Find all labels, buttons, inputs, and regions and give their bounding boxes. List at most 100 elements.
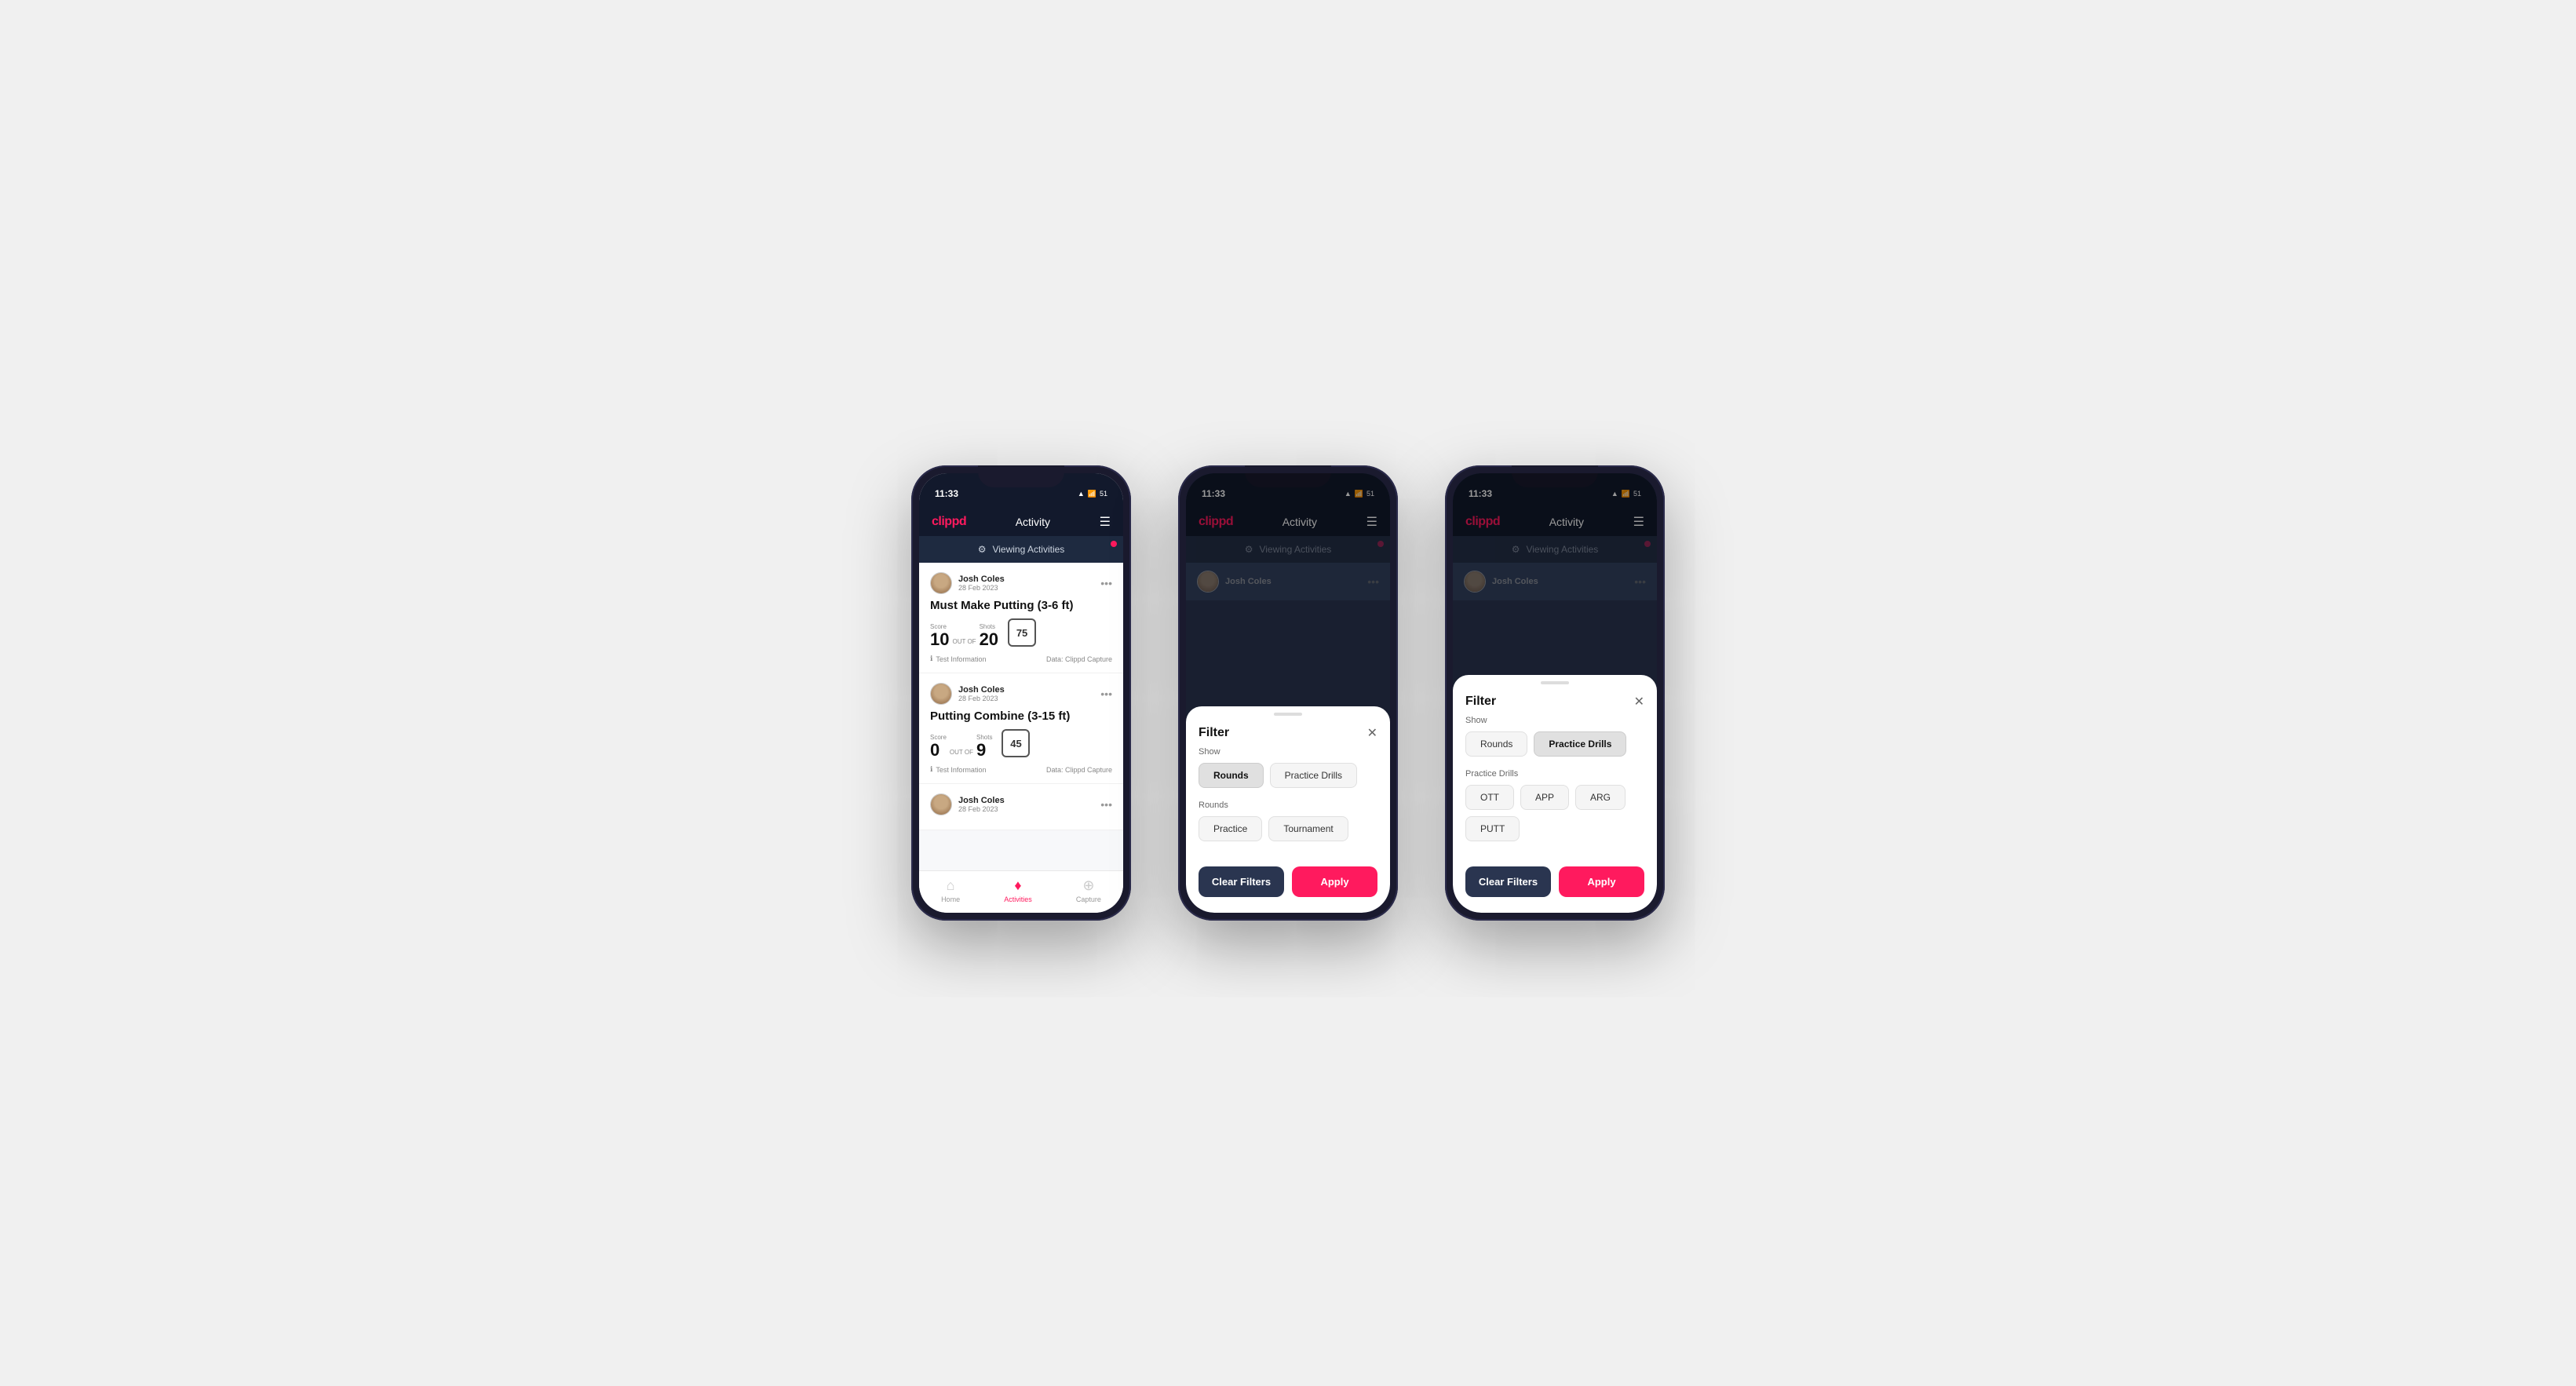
avatar-img-1	[931, 573, 951, 593]
clear-filters-btn-3[interactable]: Clear Filters	[1465, 866, 1551, 897]
apply-btn-2[interactable]: Apply	[1292, 866, 1377, 897]
red-dot-1	[1111, 541, 1117, 547]
home-label: Home	[941, 895, 960, 903]
filter-overlay-2: Filter ✕ Show Rounds Practice Drills Rou…	[1186, 473, 1390, 913]
shot-quality-value-1: 75	[1016, 627, 1027, 639]
wifi-icon: 📶	[1088, 490, 1096, 498]
avatar-2	[930, 683, 952, 705]
filter-actions-3: Clear Filters Apply	[1453, 854, 1657, 897]
more-dots-1[interactable]: •••	[1100, 577, 1112, 589]
drill-options-3: OTT APP ARG PUTT	[1465, 785, 1644, 841]
close-btn-3[interactable]: ✕	[1634, 694, 1644, 709]
practice-round-btn-2[interactable]: Practice	[1199, 816, 1262, 841]
avatar-img-2	[931, 684, 951, 704]
nav-activities[interactable]: ♦ Activities	[1004, 877, 1032, 903]
shots-group-1: Shots 20	[980, 623, 998, 648]
app-header-1: clippd Activity ☰	[919, 508, 1123, 536]
more-dots-3[interactable]: •••	[1100, 798, 1112, 811]
phone-3: 11:33 ▲ 📶 51 clippd Activity ☰ ⚙ Viewing…	[1445, 465, 1665, 921]
score-value-2: 0	[930, 742, 947, 759]
close-btn-2[interactable]: ✕	[1367, 725, 1377, 741]
capture-label: Capture	[1076, 895, 1101, 903]
score-group-1: Score 10	[930, 623, 949, 648]
filter-icon-1: ⚙	[978, 544, 987, 555]
apply-btn-3[interactable]: Apply	[1559, 866, 1644, 897]
phone-content-1: Josh Coles 28 Feb 2023 ••• Must Make Put…	[919, 563, 1123, 870]
user-details-1: Josh Coles 28 Feb 2023	[958, 574, 1005, 592]
filter-header-2: Filter ✕	[1186, 716, 1390, 747]
phone-1: 11:33 ▲ 📶 51 clippd Activity ☰ ⚙ Viewing…	[911, 465, 1131, 921]
user-details-3: Josh Coles 28 Feb 2023	[958, 796, 1005, 813]
data-source-2: Data: Clippd Capture	[1046, 766, 1112, 774]
card-footer-2: ℹ Test Information Data: Clippd Capture	[930, 765, 1112, 774]
out-of-1: OUT OF	[952, 638, 976, 645]
card-title-2: Putting Combine (3-15 ft)	[930, 709, 1112, 723]
notch	[978, 465, 1064, 487]
card-stats-1: Score 10 OUT OF Shots 20 75	[930, 618, 1112, 648]
phone-1-inner: 11:33 ▲ 📶 51 clippd Activity ☰ ⚙ Viewing…	[919, 473, 1123, 913]
more-dots-2[interactable]: •••	[1100, 688, 1112, 700]
practice-drills-btn-2[interactable]: Practice Drills	[1270, 763, 1357, 788]
user-info-3: Josh Coles 28 Feb 2023	[930, 793, 1005, 815]
data-source-1: Data: Clippd Capture	[1046, 655, 1112, 663]
shots-value-1: 20	[980, 631, 998, 648]
viewing-text-1: Viewing Activities	[992, 544, 1064, 555]
putt-btn-3[interactable]: PUTT	[1465, 816, 1520, 841]
score-group-2: Score 0	[930, 734, 947, 759]
user-details-2: Josh Coles 28 Feb 2023	[958, 685, 1005, 702]
phone-2-inner: 11:33 ▲ 📶 51 clippd Activity ☰ ⚙ Viewing…	[1186, 473, 1390, 913]
card-title-1: Must Make Putting (3-6 ft)	[930, 599, 1112, 612]
show-options-3: Rounds Practice Drills	[1465, 731, 1644, 757]
activities-label: Activities	[1004, 895, 1032, 903]
shot-quality-badge-2: 45	[1002, 729, 1030, 757]
rounds-btn-3[interactable]: Rounds	[1465, 731, 1527, 757]
signal-icon: ▲	[1078, 490, 1085, 498]
score-value-1: 10	[930, 631, 949, 648]
activities-icon: ♦	[1014, 877, 1021, 894]
clear-filters-btn-2[interactable]: Clear Filters	[1199, 866, 1284, 897]
phone-2: 11:33 ▲ 📶 51 clippd Activity ☰ ⚙ Viewing…	[1178, 465, 1398, 921]
out-of-2: OUT OF	[950, 749, 973, 756]
tournament-btn-2[interactable]: Tournament	[1268, 816, 1348, 841]
rounds-label-2: Rounds	[1199, 801, 1377, 810]
avatar-3	[930, 793, 952, 815]
filter-sheet-3: Filter ✕ Show Rounds Practice Drills Pra…	[1453, 675, 1657, 913]
show-label-2: Show	[1199, 747, 1377, 757]
battery-icon: 51	[1100, 490, 1107, 498]
home-icon: ⌂	[947, 877, 955, 894]
test-info-2: ℹ Test Information	[930, 765, 986, 774]
test-info-text-2: Test Information	[936, 766, 986, 774]
user-date-2: 28 Feb 2023	[958, 695, 1005, 702]
user-name-3: Josh Coles	[958, 796, 1005, 805]
shot-quality-value-2: 45	[1010, 738, 1021, 750]
practice-drills-btn-3[interactable]: Practice Drills	[1534, 731, 1626, 757]
nav-capture[interactable]: ⊕ Capture	[1076, 877, 1101, 903]
nav-home[interactable]: ⌂ Home	[941, 877, 960, 903]
test-info-text-1: Test Information	[936, 655, 986, 663]
info-icon-1: ℹ	[930, 655, 932, 663]
show-options-2: Rounds Practice Drills	[1199, 763, 1377, 788]
logo-1: clippd	[932, 515, 966, 529]
shots-value-2: 9	[976, 742, 992, 759]
filter-title-2: Filter	[1199, 726, 1229, 740]
filter-body-2: Show Rounds Practice Drills Rounds Pract…	[1186, 747, 1390, 841]
capture-icon: ⊕	[1082, 877, 1094, 894]
filter-actions-2: Clear Filters Apply	[1186, 854, 1390, 897]
app-btn-3[interactable]: APP	[1520, 785, 1569, 810]
rounds-btn-2[interactable]: Rounds	[1199, 763, 1264, 788]
menu-icon-1[interactable]: ☰	[1100, 514, 1111, 530]
user-name-1: Josh Coles	[958, 574, 1005, 584]
viewing-banner-1[interactable]: ⚙ Viewing Activities	[919, 536, 1123, 563]
filter-sheet-2: Filter ✕ Show Rounds Practice Drills Rou…	[1186, 706, 1390, 913]
header-title-1: Activity	[1016, 516, 1050, 528]
scene: 11:33 ▲ 📶 51 clippd Activity ☰ ⚙ Viewing…	[864, 418, 1712, 968]
status-icons-1: ▲ 📶 51	[1078, 490, 1107, 498]
card-stats-2: Score 0 OUT OF Shots 9 45	[930, 729, 1112, 759]
ott-btn-3[interactable]: OTT	[1465, 785, 1514, 810]
bottom-nav-1: ⌂ Home ♦ Activities ⊕ Capture	[919, 870, 1123, 913]
user-name-2: Josh Coles	[958, 685, 1005, 695]
shots-group-2: Shots 9	[976, 734, 992, 759]
arg-btn-3[interactable]: ARG	[1575, 785, 1626, 810]
practice-drills-label-3: Practice Drills	[1465, 769, 1644, 779]
avatar-img-3	[931, 794, 951, 815]
